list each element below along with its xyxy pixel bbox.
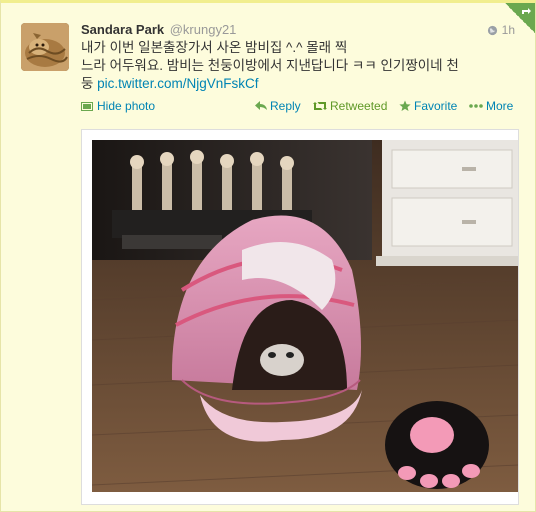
retweeted-label: Retweeted xyxy=(330,99,388,113)
reply-button[interactable]: Reply xyxy=(255,97,301,115)
tweet-text-line-2: 느라 어두워요. 밤비는 천둥이방에서 지낸답니다 ㅋㅋ 인기짱이네 천 xyxy=(81,58,459,73)
reply-arrow-icon xyxy=(255,101,267,110)
photo-link[interactable]: pic.twitter.com/NjgVnFskCf xyxy=(97,76,258,91)
tweet-card[interactable]: Sandara Park @krungy21 1h 내가 이번 일본출장가서 사… xyxy=(0,0,536,512)
star-icon xyxy=(399,100,411,111)
media-container xyxy=(81,129,519,505)
retweet-corner-icon xyxy=(522,8,531,14)
user-screen-name[interactable]: @krungy21 xyxy=(170,22,237,37)
favorite-label: Favorite xyxy=(414,99,458,113)
reply-label: Reply xyxy=(270,99,301,113)
ellipsis-icon xyxy=(469,104,483,108)
tweet-text-line-1: 내가 이번 일본출장가서 사온 밤비집 ^.^ 몰래 찍 xyxy=(81,40,348,55)
tweet-text: 내가 이번 일본출장가서 사온 밤비집 ^.^ 몰래 찍 느라 어두워요. 밤비… xyxy=(81,39,511,93)
user-full-name[interactable]: Sandara Park xyxy=(81,22,164,37)
tweet-timestamp[interactable]: 1h xyxy=(487,21,515,39)
hide-photo-button[interactable]: Hide photo xyxy=(81,97,155,115)
tweet-header: Sandara Park @krungy21 1h xyxy=(81,21,515,39)
pet-house-photo xyxy=(92,140,518,492)
cat-avatar-image xyxy=(21,23,69,71)
retweet-button[interactable]: Retweeted xyxy=(313,97,387,115)
photo-icon xyxy=(81,101,93,111)
timestamp-text: 1h xyxy=(501,23,515,37)
more-label: More xyxy=(486,99,514,113)
globe-icon xyxy=(487,25,497,35)
favorite-button[interactable]: Favorite xyxy=(399,97,457,115)
retweet-icon xyxy=(313,102,327,110)
hide-photo-label: Hide photo xyxy=(97,99,156,113)
more-button[interactable]: More xyxy=(469,97,513,115)
tweet-text-line-3: 둥 pic.twitter.com/NjgVnFskCf xyxy=(81,75,511,93)
tweet-actions: Hide photo Reply Retweeted Favorite More xyxy=(81,97,515,115)
avatar[interactable] xyxy=(21,23,69,71)
tweet-photo[interactable] xyxy=(92,140,518,492)
tweet-text-line-3-prefix: 둥 xyxy=(81,76,98,91)
